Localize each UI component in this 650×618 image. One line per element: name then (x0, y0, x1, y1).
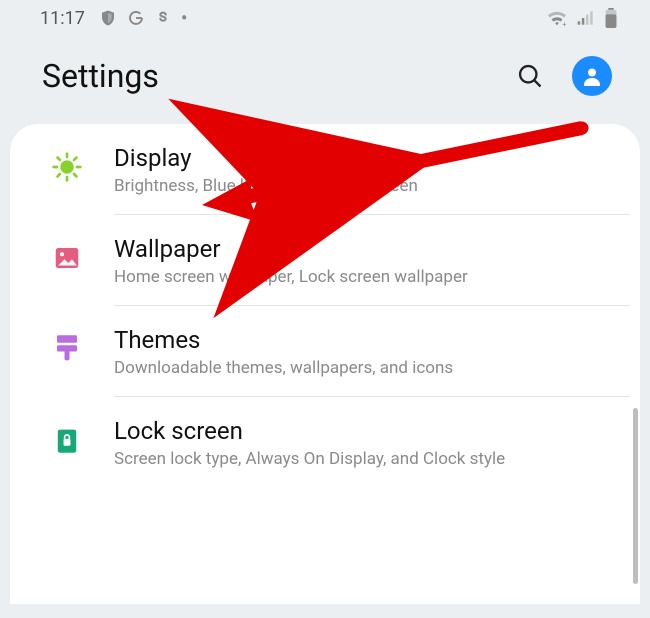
settings-item-display[interactable]: Display Brightness, Blue light filter, H… (10, 124, 640, 214)
settings-item-wallpaper[interactable]: Wallpaper Home screen wallpaper, Lock sc… (10, 215, 640, 305)
page-title: Settings (42, 57, 159, 95)
settings-item-desc: Home screen wallpaper, Lock screen wallp… (114, 267, 622, 287)
account-button[interactable] (572, 56, 612, 96)
photo-icon (50, 241, 84, 275)
settings-item-title: Display (114, 144, 622, 172)
wifi-icon: + (546, 9, 568, 27)
signal-icon (576, 9, 596, 27)
settings-item-desc: Downloadable themes, wallpapers, and ico… (114, 358, 622, 378)
search-button[interactable] (516, 62, 544, 90)
s-icon (155, 9, 171, 27)
scrollbar[interactable] (633, 408, 638, 584)
status-bar: 11:17 • + (0, 0, 650, 36)
lock-icon (50, 423, 84, 457)
settings-item-desc: Screen lock type, Always On Display, and… (114, 449, 622, 469)
settings-header: Settings (0, 36, 650, 124)
settings-item-desc: Brightness, Blue light filter, Home scre… (114, 176, 622, 196)
shield-icon (99, 9, 117, 27)
brush-icon (50, 332, 84, 366)
dot-icon: • (181, 6, 188, 30)
settings-item-title: Themes (114, 326, 622, 354)
settings-item-title: Wallpaper (114, 235, 622, 263)
svg-text:+: + (562, 20, 566, 27)
settings-item-lock-screen[interactable]: Lock screen Screen lock type, Always On … (10, 397, 640, 487)
settings-item-title: Lock screen (114, 417, 622, 445)
settings-item-themes[interactable]: Themes Downloadable themes, wallpapers, … (10, 306, 640, 396)
brightness-icon (50, 150, 84, 184)
settings-list: Display Brightness, Blue light filter, H… (10, 124, 640, 604)
battery-icon (604, 8, 618, 28)
g-icon (127, 9, 145, 27)
status-time: 11:17 (40, 8, 85, 29)
